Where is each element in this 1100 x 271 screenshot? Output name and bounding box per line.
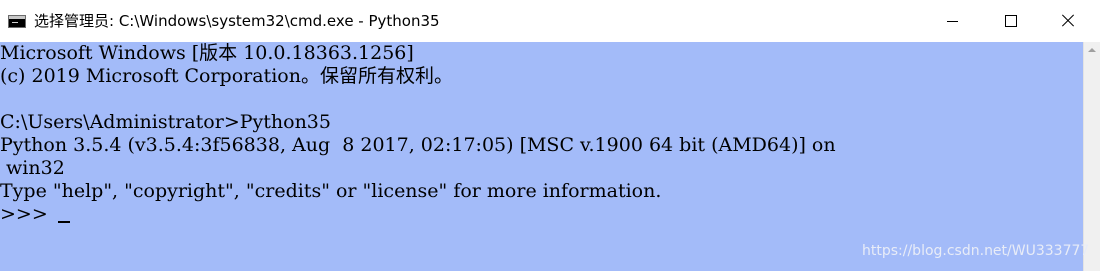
minimize-icon [947, 21, 958, 22]
title-bar[interactable]: 选择管理员: C:\Windows\system32\cmd.exe - Pyt… [0, 0, 1100, 42]
vertical-scrollbar[interactable] [1083, 42, 1100, 271]
python-prompt: >>> [0, 203, 54, 225]
console-line: Type "help", "copyright", "credits" or "… [0, 180, 662, 202]
window-title: 选择管理员: C:\Windows\system32\cmd.exe - Pyt… [34, 12, 440, 30]
maximize-button[interactable] [982, 0, 1040, 42]
console-line: win32 [0, 157, 65, 179]
console-line: (c) 2019 Microsoft Corporation。保留所有权利。 [0, 65, 453, 87]
scroll-up-arrow-icon[interactable] [1088, 48, 1096, 52]
console-icon[interactable] [8, 15, 26, 28]
console-prompt-line[interactable]: >>> [0, 203, 70, 226]
console-output[interactable]: Microsoft Windows [版本 10.0.18363.1256] (… [0, 42, 1083, 271]
console-line: C:\Users\Administrator>Python35 [0, 111, 331, 133]
text-cursor [57, 221, 70, 223]
console-window: 选择管理员: C:\Windows\system32\cmd.exe - Pyt… [0, 0, 1100, 271]
console-line: Microsoft Windows [版本 10.0.18363.1256] [0, 42, 414, 64]
console-line: Python 3.5.4 (v3.5.4:3f56838, Aug 8 2017… [0, 134, 836, 156]
close-icon [1062, 15, 1074, 27]
watermark: https://blog.csdn.net/WU333777 [862, 243, 1090, 259]
maximize-icon [1005, 15, 1017, 27]
minimize-button[interactable] [924, 0, 982, 42]
close-button[interactable] [1040, 0, 1098, 42]
